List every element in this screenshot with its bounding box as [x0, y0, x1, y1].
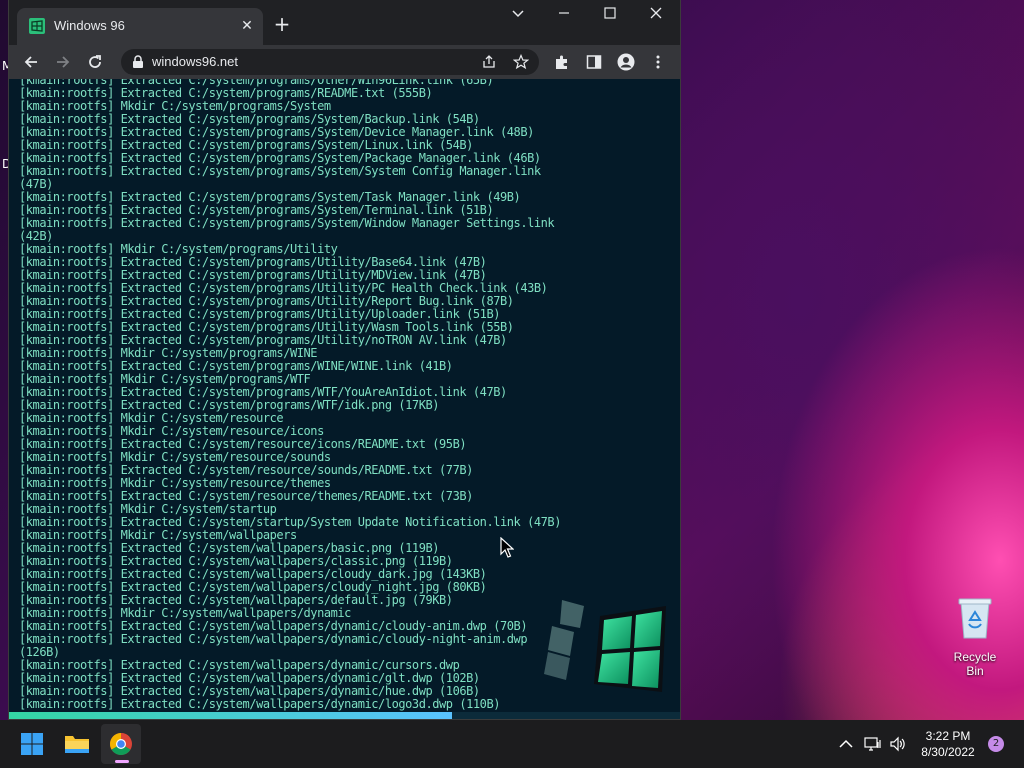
lock-icon: [133, 55, 143, 68]
browser-menu-button[interactable]: [646, 50, 670, 74]
profile-button[interactable]: [614, 50, 638, 74]
network-icon[interactable]: [863, 734, 883, 754]
folder-icon: [65, 736, 89, 753]
profile-avatar-icon: [617, 53, 635, 71]
clock-date: 8/30/2022: [921, 745, 975, 759]
terminal-line: [kmain:rootfs] Extracted C:/system/progr…: [19, 216, 555, 230]
active-app-indicator: [115, 760, 129, 763]
arrow-right-icon: [57, 56, 70, 68]
chrome-taskbar-button[interactable]: [101, 724, 141, 764]
browser-titlebar: Windows 96 ✕ +: [9, 0, 680, 45]
recycle-bin-icon: [958, 598, 992, 639]
close-window-button[interactable]: [633, 0, 679, 32]
url-text: windows96.net: [152, 54, 238, 69]
terminal-line: [kmain:rootfs] Extracted C:/system/progr…: [19, 164, 541, 178]
browser-toolbar: windows96.net: [9, 45, 680, 79]
notification-count-badge[interactable]: 2: [988, 736, 1004, 752]
file-explorer-taskbar-button[interactable]: [57, 724, 97, 764]
tab-search-chevron-icon[interactable]: [495, 0, 541, 32]
show-hidden-icons-chevron-icon[interactable]: [836, 734, 856, 754]
taskbar: 3:22 PM 8/30/2022 2: [0, 720, 1024, 768]
boot-progress-fill: [9, 712, 452, 719]
puzzle-icon: [556, 55, 567, 69]
share-icon[interactable]: [481, 54, 497, 70]
new-tab-button[interactable]: +: [271, 13, 293, 35]
bookmark-star-icon[interactable]: [513, 54, 529, 70]
kebab-menu-icon: [656, 55, 660, 69]
clock-time: 3:22 PM: [925, 729, 971, 743]
side-panel-button[interactable]: [582, 50, 606, 74]
side-panel-icon: [586, 55, 602, 69]
tab-title: Windows 96: [54, 18, 125, 33]
extensions-button[interactable]: [550, 50, 574, 74]
recycle-bin-desktop-icon[interactable]: Recycle Bin: [944, 596, 1006, 678]
chrome-icon: [110, 733, 132, 755]
mouse-pointer-icon: [500, 537, 514, 558]
arrow-left-icon: [24, 56, 37, 68]
start-button[interactable]: [12, 724, 52, 764]
forward-button[interactable]: [51, 50, 75, 74]
recycle-bin-label: Recycle Bin: [953, 650, 997, 678]
windows96-favicon-icon: [29, 18, 45, 34]
taskbar-clock[interactable]: 3:22 PM 8/30/2022: [912, 728, 984, 760]
address-bar[interactable]: windows96.net: [121, 49, 539, 75]
minimize-button[interactable]: [541, 0, 587, 32]
windows-start-icon: [21, 733, 43, 755]
boot-progress-bar: [9, 712, 680, 719]
browser-tab[interactable]: Windows 96 ✕: [17, 8, 263, 45]
windows96-logo-icon: [544, 600, 666, 692]
reload-icon: [89, 55, 101, 68]
close-tab-icon[interactable]: ✕: [237, 16, 257, 36]
back-button[interactable]: [19, 50, 43, 74]
volume-icon[interactable]: [888, 734, 908, 754]
maximize-button[interactable]: [587, 0, 633, 32]
reload-button[interactable]: [83, 50, 107, 74]
